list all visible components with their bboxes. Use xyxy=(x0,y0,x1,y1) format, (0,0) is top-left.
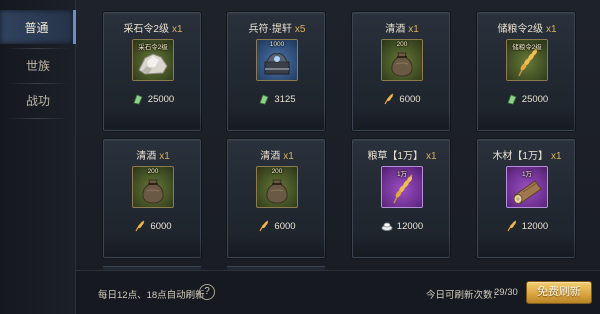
item-name-row: 木材【1万】 x1 xyxy=(478,147,576,162)
shop-item-card[interactable]: 储粮令2级 x1 储粮令2级 25000 xyxy=(477,12,576,131)
item-price: 6000 xyxy=(353,91,451,107)
item-quantity: x1 xyxy=(551,151,562,162)
item-price: 25000 xyxy=(478,91,576,107)
silver-icon xyxy=(381,220,393,232)
item-quantity: x1 xyxy=(408,24,419,35)
item-name-row: 储粮令2级 x1 xyxy=(478,20,576,35)
shop-item-card[interactable]: 粮草【1万】 x1 1万 12000 xyxy=(352,139,451,258)
card-shade xyxy=(353,235,451,257)
item-price: 3125 xyxy=(228,91,326,107)
shop-item-card[interactable]: 清酒 x1 200 6000 xyxy=(352,12,451,131)
item-tag: 1万 xyxy=(521,171,533,178)
card-shade xyxy=(478,108,576,130)
item-name: 清酒 xyxy=(260,151,281,162)
item-icon-frame: 200 xyxy=(381,39,423,81)
item-price: 25000 xyxy=(104,91,202,107)
jade-icon xyxy=(506,93,518,105)
item-icon-frame: 1000 xyxy=(256,39,298,81)
tab-merit[interactable]: 战功 xyxy=(0,83,76,117)
item-tag: 1000 xyxy=(269,41,285,48)
item-name-row: 清酒 x1 xyxy=(353,20,451,35)
item-tag: 储粮令2级 xyxy=(512,44,542,51)
item-name-row: 兵符·提轩 x5 xyxy=(228,20,326,35)
tab-merit-label: 战功 xyxy=(25,93,50,108)
item-name: 清酒 xyxy=(385,24,406,35)
item-quantity: x1 xyxy=(426,151,437,162)
price-value: 6000 xyxy=(150,220,172,232)
item-name-row: 采石令2级 x1 xyxy=(104,20,202,35)
card-shade xyxy=(228,235,326,257)
grain-icon xyxy=(383,93,395,105)
item-quantity: x1 xyxy=(283,151,294,162)
shop-footer: 每日12点、18点自动刷新 ? 今日可刷新次数： 29/30 免费刷新 xyxy=(76,270,600,314)
item-quantity: x1 xyxy=(546,24,557,35)
item-tag: 1万 xyxy=(396,171,408,178)
item-tag: 200 xyxy=(147,168,159,175)
item-quantity: x5 xyxy=(294,24,306,35)
price-value: 25000 xyxy=(147,93,175,105)
refresh-count-label: 今日可刷新次数： xyxy=(426,290,503,301)
item-price: 12000 xyxy=(478,218,576,234)
item-price: 6000 xyxy=(104,218,202,234)
price-value: 6000 xyxy=(399,93,421,105)
item-price: 12000 xyxy=(353,218,451,234)
price-value: 12000 xyxy=(396,220,424,232)
item-name: 兵符·提轩 xyxy=(248,24,292,35)
price-value: 6000 xyxy=(274,220,296,232)
grain-icon xyxy=(506,220,518,232)
item-quantity: x1 xyxy=(172,24,183,35)
grain-icon xyxy=(134,220,146,232)
card-shade xyxy=(104,108,202,130)
tab-normal[interactable]: 普通 xyxy=(0,10,76,44)
shop-grid: 采石令2级 x1 采石令2级 25000 兵符·提轩 x5 1000 3125 清酒… xyxy=(76,0,600,314)
item-icon-frame: 200 xyxy=(256,166,298,208)
item-name: 清酒 xyxy=(136,151,157,162)
shop-item-card[interactable]: 清酒 x1 200 6000 xyxy=(227,139,326,258)
item-name-row: 粮草【1万】 x1 xyxy=(353,147,451,162)
free-refresh-button[interactable]: 免费刷新 xyxy=(526,281,592,304)
item-tag: 采石令2级 xyxy=(138,44,168,51)
item-icon-frame: 1万 xyxy=(381,166,423,208)
card-shade xyxy=(104,235,202,257)
item-name: 储粮令2级 xyxy=(497,24,543,35)
item-icon-frame: 储粮令2级 xyxy=(506,39,548,81)
shop-item-card[interactable]: 清酒 x1 200 6000 xyxy=(103,139,202,258)
item-name: 采石令2级 xyxy=(123,24,169,35)
auto-refresh-note: 每日12点、18点自动刷新 xyxy=(98,290,205,301)
tab-clan[interactable]: 世族 xyxy=(0,48,76,82)
help-icon[interactable]: ? xyxy=(199,284,215,300)
tab-clan-label: 世族 xyxy=(25,58,50,73)
card-shade xyxy=(228,108,326,130)
item-tag: 200 xyxy=(271,168,283,175)
item-tag: 200 xyxy=(396,41,408,48)
category-sidebar: 普通 世族 战功 xyxy=(0,0,76,314)
price-value: 12000 xyxy=(521,220,549,232)
shop-item-card[interactable]: 采石令2级 x1 采石令2级 25000 xyxy=(103,12,202,131)
item-icon-frame: 采石令2级 xyxy=(132,39,174,81)
card-shade xyxy=(353,108,451,130)
shop-item-card[interactable]: 木材【1万】 x1 1万 12000 xyxy=(477,139,576,258)
shop-window: 普通 世族 战功 采石令2级 x1 采石令2级 25000 兵符·提轩 x5 100… xyxy=(0,0,600,314)
jade-icon xyxy=(132,93,144,105)
item-icon-frame: 1万 xyxy=(506,166,548,208)
card-shade xyxy=(478,235,576,257)
item-name-row: 清酒 x1 xyxy=(228,147,326,162)
item-name-row: 清酒 x1 xyxy=(104,147,202,162)
tab-divider xyxy=(6,118,70,119)
grain-icon xyxy=(258,220,270,232)
item-quantity: x1 xyxy=(159,151,170,162)
item-price: 6000 xyxy=(228,218,326,234)
jade-icon xyxy=(258,93,270,105)
price-value: 25000 xyxy=(521,93,549,105)
item-name: 木材【1万】 xyxy=(492,151,548,162)
refresh-count: 29/30 xyxy=(494,287,518,298)
item-icon-frame: 200 xyxy=(132,166,174,208)
tab-normal-label: 普通 xyxy=(24,20,49,35)
shop-item-card[interactable]: 兵符·提轩 x5 1000 3125 xyxy=(227,12,326,131)
item-name: 粮草【1万】 xyxy=(367,151,423,162)
price-value: 3125 xyxy=(274,93,296,105)
